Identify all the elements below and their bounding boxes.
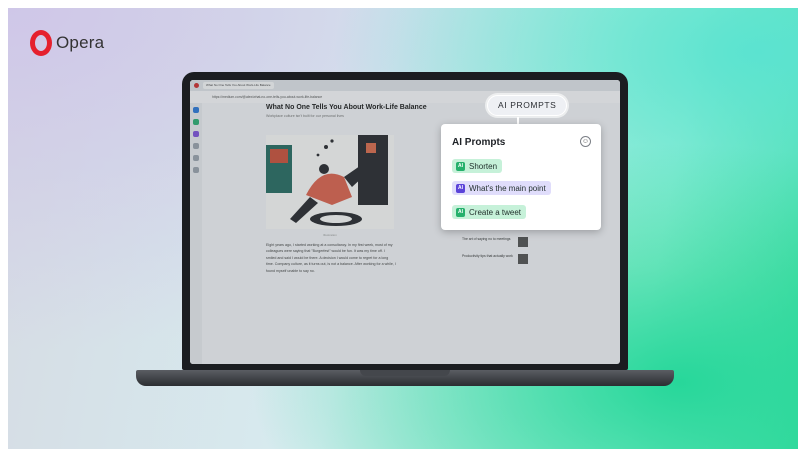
brand-name: Opera [56,33,105,52]
illustration-graphic [266,135,388,226]
url-text[interactable]: https://medium.com/@alex/what-no-one-tel… [212,95,322,99]
sidebar-app-icon[interactable] [193,131,199,137]
article-body: Eight years ago, I started working at a … [266,243,396,273]
sidebar-app-icon[interactable] [193,143,199,149]
prompt-create-tweet-button[interactable]: AI Create a tweet [452,205,527,219]
tab-bar: What No One Tells You About Work-Life Ba… [190,80,620,91]
sidebar-app-icon[interactable] [193,155,199,161]
smile-icon[interactable]: ☺ [580,136,591,147]
article-subtitle: Workplace culture isn't built for our pe… [266,114,344,118]
opera-o-icon [30,30,52,56]
ai-prompts-button[interactable]: AI PROMPTS [487,95,568,116]
opera-menu-icon[interactable] [194,83,199,88]
laptop-notch [360,370,450,376]
browser-tab[interactable]: What No One Tells You About Work-Life Ba… [203,82,274,89]
related-title[interactable]: The art of saying no to meetings [462,237,514,247]
prompt-shorten-button[interactable]: AI Shorten [452,159,503,173]
related-thumbnail [518,254,528,264]
ai-icon: AI [456,183,465,193]
list-item[interactable]: The art of saying no to meetings [462,237,532,247]
prompt-main-point-button[interactable]: AI What's the main point [452,181,551,195]
ai-icon: AI [456,207,465,217]
illustration-caption: Illustration [323,233,337,237]
article-title: What No One Tells You About Work-Life Ba… [266,104,427,111]
sidebar-app-icon[interactable] [193,107,199,113]
ai-icon: AI [456,161,465,171]
sidebar-app-icon[interactable] [193,167,199,173]
sidebar-app-icon[interactable] [193,119,199,125]
opera-logo: Opera [30,30,104,56]
prompt-label: What's the main point [469,183,546,193]
article-header: What No One Tells You About Work-Life Ba… [266,104,452,118]
opera-sidebar [190,103,202,364]
prompt-label: Shorten [469,161,498,171]
prompt-label: Create a tweet [469,207,522,217]
related-thumbnail [518,237,528,247]
popup-title: AI Prompts [452,137,506,148]
ai-prompts-popup: AI Prompts ☺ AI Shorten AI What's the ma… [441,124,601,230]
related-title[interactable]: Productivity tips that actually work [462,254,514,264]
list-item[interactable]: Productivity tips that actually work [462,254,532,264]
article-illustration [266,135,394,229]
